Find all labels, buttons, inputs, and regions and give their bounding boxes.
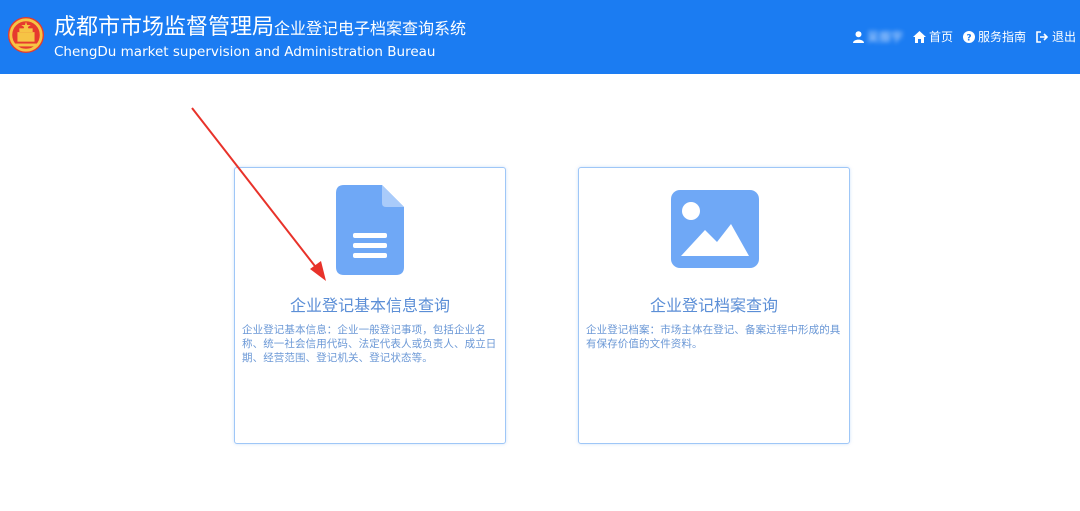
username: 吴振宇 (866, 30, 903, 44)
card-description: 企业登记基本信息：企业一般登记事项，包括企业名称、统一社会信用代码、法定代表人或… (242, 324, 497, 364)
annotation-arrow (191, 107, 326, 281)
national-emblem-icon (7, 16, 45, 54)
user-icon (852, 31, 864, 43)
nav-logout-label: 退出 (1051, 30, 1076, 44)
header-bar: 成都市市场监督管理局企业登记电子档案查询系统 ChengDu market su… (0, 0, 1080, 74)
card-title: 企业登记基本信息查询 (289, 296, 450, 315)
card-description: 企业登记档案：市场主体在登记、备案过程中形成的具有保存价值的文件资料。 (586, 324, 841, 350)
document-icon (336, 185, 404, 275)
nav-home[interactable]: 首页 (912, 29, 953, 45)
title-bureau: 成都市市场监督管理局 (54, 15, 275, 40)
top-nav: 吴振宇 首页 ? 服务指南 退出 (852, 29, 1076, 45)
nav-user[interactable]: 吴振宇 (852, 29, 903, 45)
title-system: 企业登记电子档案查询系统 (274, 19, 467, 38)
logout-icon (1036, 31, 1049, 43)
nav-service-guide[interactable]: ? 服务指南 (962, 29, 1026, 45)
page-title: 成都市市场监督管理局企业登记电子档案查询系统 (54, 14, 466, 43)
nav-home-label: 首页 (928, 30, 953, 44)
svg-text:?: ? (966, 33, 971, 43)
home-icon (912, 31, 926, 43)
question-circle-icon: ? (962, 31, 975, 43)
nav-service-guide-label: 服务指南 (977, 30, 1026, 44)
image-icon (671, 190, 759, 268)
page-subtitle: ChengDu market supervision and Administr… (54, 44, 436, 60)
card-archive-query[interactable]: 企业登记档案查询 企业登记档案：市场主体在登记、备案过程中形成的具有保存价值的文… (578, 167, 850, 444)
nav-logout[interactable]: 退出 (1036, 29, 1076, 45)
card-basic-info-query[interactable]: 企业登记基本信息查询 企业登记基本信息：企业一般登记事项，包括企业名称、统一社会… (234, 167, 506, 444)
card-title: 企业登记档案查询 (649, 296, 778, 315)
